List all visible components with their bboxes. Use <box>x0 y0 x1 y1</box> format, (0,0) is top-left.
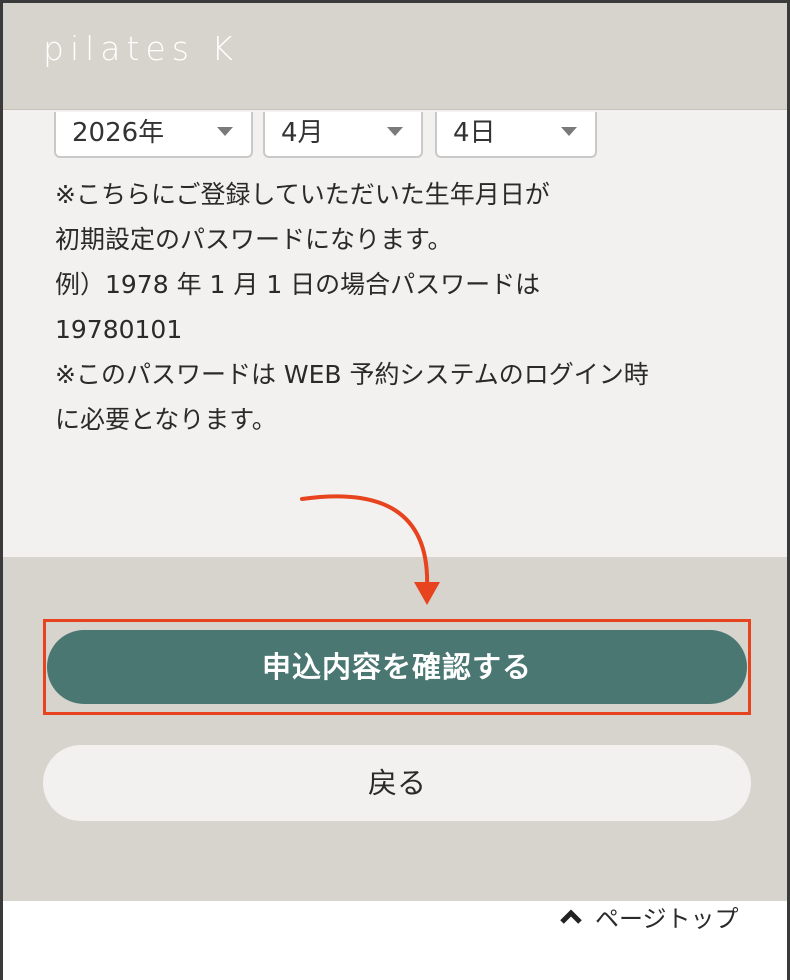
logo[interactable]: pilates K <box>43 29 239 68</box>
birth-month-value: 4月 <box>281 118 324 148</box>
confirm-application-button[interactable]: 申込内容を確認する <box>47 630 747 704</box>
birth-day-value: 4日 <box>453 118 496 148</box>
back-button[interactable]: 戻る <box>43 745 751 821</box>
note-line: ※こちらにご登録していただいた生年月日が <box>55 180 550 209</box>
chevron-down-icon <box>561 127 577 136</box>
birth-year-select[interactable]: 2026年 <box>54 112 253 158</box>
chevron-down-icon <box>217 127 233 136</box>
note-line: ※このパスワードは WEB 予約システムのログイン時 <box>55 360 649 389</box>
password-note: ※こちらにご登録していただいた生年月日が 初期設定のパスワードになります。 例）… <box>55 172 755 442</box>
page-top-link[interactable]: ページトップ <box>559 899 739 939</box>
note-line: 初期設定のパスワードになります。 <box>55 225 453 254</box>
note-line: 例）1978 年 1 月 1 日の場合パスワードは <box>55 270 541 299</box>
note-line: 19780101 <box>55 315 183 344</box>
note-line: に必要となります。 <box>55 405 277 434</box>
page-top-label: ページトップ <box>595 905 739 933</box>
chevron-up-icon <box>560 909 582 924</box>
chevron-down-icon <box>387 127 403 136</box>
page-frame: pilates K 2026年 4月 4日 ※こちらにご登録していただいた生年月… <box>0 0 790 980</box>
birth-month-select[interactable]: 4月 <box>263 112 423 158</box>
birth-year-value: 2026年 <box>72 118 165 148</box>
birth-day-select[interactable]: 4日 <box>435 112 597 158</box>
form-content: 2026年 4月 4日 ※こちらにご登録していただいた生年月日が 初期設定のパス… <box>3 110 787 557</box>
actions-area: 申込内容を確認する 戻る <box>3 557 787 901</box>
site-header: pilates K <box>3 3 787 110</box>
